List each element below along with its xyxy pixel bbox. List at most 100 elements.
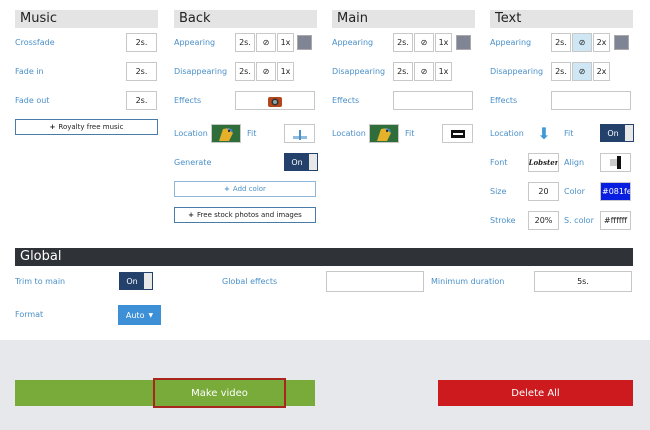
text-fit-toggle-state: On — [601, 125, 625, 141]
text-effects-label: Effects — [490, 96, 518, 105]
global-effects-input[interactable] — [326, 271, 424, 292]
font-select[interactable]: Lobster — [528, 153, 559, 172]
trim-toggle-state: On — [120, 273, 144, 289]
main-appearing-label: Appearing — [332, 38, 374, 47]
format-dropdown[interactable]: Auto ▼ — [118, 305, 161, 325]
text-fit-label: Fit — [564, 129, 574, 138]
main-appearing-color-swatch[interactable] — [456, 35, 471, 50]
main-disappearing-time[interactable]: 2s. — [393, 62, 413, 81]
main-disappearing-ban-icon[interactable]: ⊘ — [414, 62, 434, 81]
stroke-input[interactable]: 20% — [528, 211, 559, 230]
add-color-button[interactable]: + Add color — [174, 181, 316, 197]
text-appearing-label: Appearing — [490, 38, 532, 47]
align-select[interactable] — [600, 153, 631, 172]
global-header-bar: Global — [15, 248, 633, 266]
text-appearing-time[interactable]: 2s. — [551, 33, 571, 52]
main-fit-label: Fit — [405, 129, 415, 138]
text-disappearing-time[interactable]: 2s. — [551, 62, 571, 81]
section-text-header: Text — [490, 10, 633, 28]
main-location-label: Location — [332, 129, 366, 138]
trim-toggle[interactable]: On — [119, 272, 153, 290]
fadein-label: Fade in — [15, 67, 44, 76]
back-location-thumbnail[interactable] — [211, 124, 241, 143]
main-effects-input[interactable] — [393, 91, 473, 110]
stroke-label: Stroke — [490, 216, 516, 225]
text-fit-toggle[interactable]: On — [600, 124, 634, 142]
parrot-image-icon — [212, 125, 240, 142]
size-label: Size — [490, 187, 507, 196]
back-appearing-ban-icon[interactable]: ⊘ — [256, 33, 276, 52]
trim-label: Trim to main — [15, 277, 66, 286]
back-effects-input[interactable] — [235, 91, 315, 110]
crossfade-input[interactable]: 2s. — [126, 33, 157, 52]
section-music-header: Music — [15, 10, 158, 28]
section-back-header: Back — [174, 10, 317, 28]
font-label: Font — [490, 158, 508, 167]
fit-fill-icon — [450, 129, 465, 138]
back-fit-label: Fit — [247, 129, 257, 138]
min-duration-label: Minimum duration — [431, 277, 505, 286]
royalty-free-music-label: Royalty free music — [58, 123, 124, 131]
text-disappearing-speed[interactable]: 2x — [593, 62, 610, 81]
text-appearing-speed[interactable]: 2x — [593, 33, 610, 52]
main-location-thumbnail[interactable] — [369, 124, 399, 143]
fadeout-input[interactable]: 2s. — [126, 91, 157, 110]
generate-label: Generate — [174, 158, 212, 167]
add-color-label: Add color — [232, 185, 266, 193]
crossfade-label: Crossfade — [15, 38, 55, 47]
back-appearing-speed[interactable]: 1x — [277, 33, 294, 52]
arrow-down-icon[interactable]: ⬇ — [531, 124, 557, 143]
main-appearing-ban-icon[interactable]: ⊘ — [414, 33, 434, 52]
caret-down-icon: ▼ — [148, 311, 154, 319]
back-effects-label: Effects — [174, 96, 202, 105]
app: Music Crossfade 2s. Fade in 2s. Fade out… — [0, 0, 650, 430]
scolor-input[interactable]: #ffffff — [600, 211, 631, 230]
generate-toggle[interactable]: On — [284, 153, 318, 171]
free-stock-label: Free stock photos and images — [197, 211, 302, 219]
toggle-knob — [144, 273, 152, 289]
main-appearing-speed[interactable]: 1x — [435, 33, 452, 52]
format-label: Format — [15, 310, 44, 319]
back-disappearing-speed[interactable]: 1x — [277, 62, 294, 81]
back-disappearing-ban-icon[interactable]: ⊘ — [256, 62, 276, 81]
fit-bottom-icon — [292, 129, 307, 140]
back-appearing-time[interactable]: 2s. — [235, 33, 255, 52]
make-video-button[interactable]: Make video — [153, 378, 286, 408]
main-disappearing-speed[interactable]: 1x — [435, 62, 452, 81]
fadeout-label: Fade out — [15, 96, 50, 105]
back-fit-select[interactable] — [284, 124, 315, 143]
main-effects-label: Effects — [332, 96, 360, 105]
main-appearing-time[interactable]: 2s. — [393, 33, 413, 52]
toggle-knob — [309, 154, 317, 170]
back-appearing-color-swatch[interactable] — [297, 35, 312, 50]
back-disappearing-label: Disappearing — [174, 67, 228, 76]
color-label: Color — [564, 187, 585, 196]
main-fit-select[interactable] — [442, 124, 473, 143]
generate-toggle-state: On — [285, 154, 309, 170]
text-appearing-effect-icon[interactable]: ⊘ — [572, 33, 592, 52]
plus-icon: + — [224, 185, 230, 193]
effect-camera-icon — [268, 96, 282, 107]
section-main-header: Main — [332, 10, 475, 28]
format-value: Auto — [125, 310, 145, 320]
text-disappearing-label: Disappearing — [490, 67, 544, 76]
plus-icon: + — [49, 123, 56, 131]
parrot-image-icon — [370, 125, 398, 142]
free-stock-button[interactable]: + Free stock photos and images — [174, 207, 316, 223]
color-input[interactable]: #081fe2 — [600, 182, 631, 201]
scolor-label: S. color — [564, 216, 594, 225]
section-global-header: Global — [20, 249, 62, 264]
royalty-free-music-button[interactable]: + Royalty free music — [15, 119, 158, 135]
delete-all-button[interactable]: Delete All — [438, 380, 633, 406]
text-location-label: Location — [490, 129, 524, 138]
fadein-input[interactable]: 2s. — [126, 62, 157, 81]
text-appearing-color-swatch[interactable] — [614, 35, 629, 50]
text-effects-input[interactable] — [551, 91, 631, 110]
min-duration-input[interactable]: 5s. — [534, 271, 632, 292]
plus-icon: + — [188, 211, 195, 219]
back-appearing-label: Appearing — [174, 38, 216, 47]
back-disappearing-time[interactable]: 2s. — [235, 62, 255, 81]
main-disappearing-label: Disappearing — [332, 67, 386, 76]
text-disappearing-effect-icon[interactable]: ⊘ — [572, 62, 592, 81]
size-input[interactable]: 20 — [528, 182, 559, 201]
